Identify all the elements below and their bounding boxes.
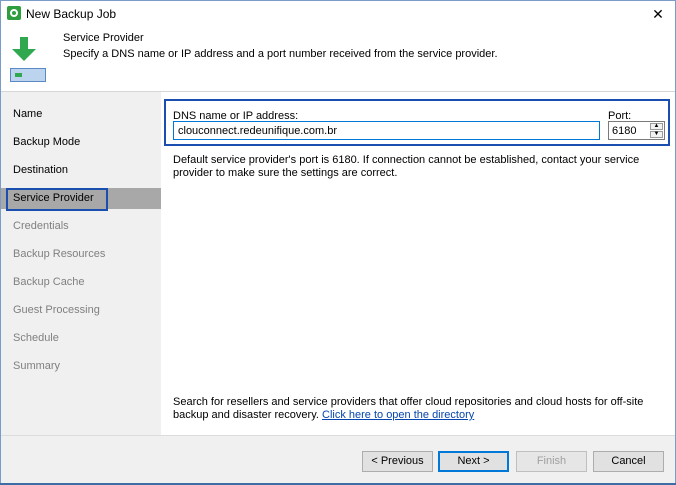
veeam-app-icon xyxy=(7,6,21,20)
close-button[interactable]: ✕ xyxy=(641,1,675,27)
window-title: New Backup Job xyxy=(26,7,117,21)
wizard-header: Service Provider Specify a DNS name or I… xyxy=(1,27,675,92)
spin-up-icon[interactable]: ▲ xyxy=(650,123,663,130)
step-content: DNS name or IP address: Port: 6180 ▲ ▼ D… xyxy=(161,92,675,435)
nav-step-backup-cache: Backup Cache xyxy=(13,276,85,288)
step-subtitle: Specify a DNS name or IP address and a p… xyxy=(63,48,498,60)
backup-download-icon xyxy=(9,35,46,83)
nav-step-service-provider[interactable]: Service Provider xyxy=(1,188,161,211)
nav-step-backup-mode[interactable]: Backup Mode xyxy=(1,132,161,153)
port-spin-buttons: ▲ ▼ xyxy=(650,123,663,138)
open-directory-link[interactable]: Click here to open the directory xyxy=(322,409,474,421)
wizard-button-bar: < Previous Next > Finish Cancel xyxy=(1,435,675,484)
previous-button[interactable]: < Previous xyxy=(362,451,433,472)
nav-step-credentials: Credentials xyxy=(13,220,69,232)
title-bar: New Backup Job ✕ xyxy=(1,1,675,27)
dns-name-input[interactable] xyxy=(173,121,600,140)
active-step-highlight xyxy=(6,188,108,211)
step-title: Service Provider xyxy=(63,32,144,44)
nav-step-destination[interactable]: Destination xyxy=(1,160,161,181)
cancel-button[interactable]: Cancel xyxy=(593,451,664,472)
nav-step-summary: Summary xyxy=(13,360,61,372)
new-backup-job-window: New Backup Job ✕ Service Provider Specif… xyxy=(0,0,676,485)
spin-down-icon[interactable]: ▼ xyxy=(650,131,663,138)
wizard-steps-nav: Name Backup Mode Destination Service Pro… xyxy=(1,92,161,435)
port-hint-text: Default service provider's port is 6180.… xyxy=(173,154,640,179)
port-stepper[interactable]: 6180 ▲ ▼ xyxy=(608,121,665,140)
port-value[interactable]: 6180 xyxy=(612,125,636,137)
nav-step-schedule: Schedule xyxy=(13,332,59,344)
directory-note: Search for resellers and service provide… xyxy=(173,396,668,422)
nav-step-backup-resources: Backup Resources xyxy=(13,248,106,260)
nav-step-guest-processing: Guest Processing xyxy=(13,304,100,316)
nav-step-name[interactable]: Name xyxy=(1,104,161,125)
next-button[interactable]: Next > xyxy=(438,451,509,472)
finish-button: Finish xyxy=(516,451,587,472)
